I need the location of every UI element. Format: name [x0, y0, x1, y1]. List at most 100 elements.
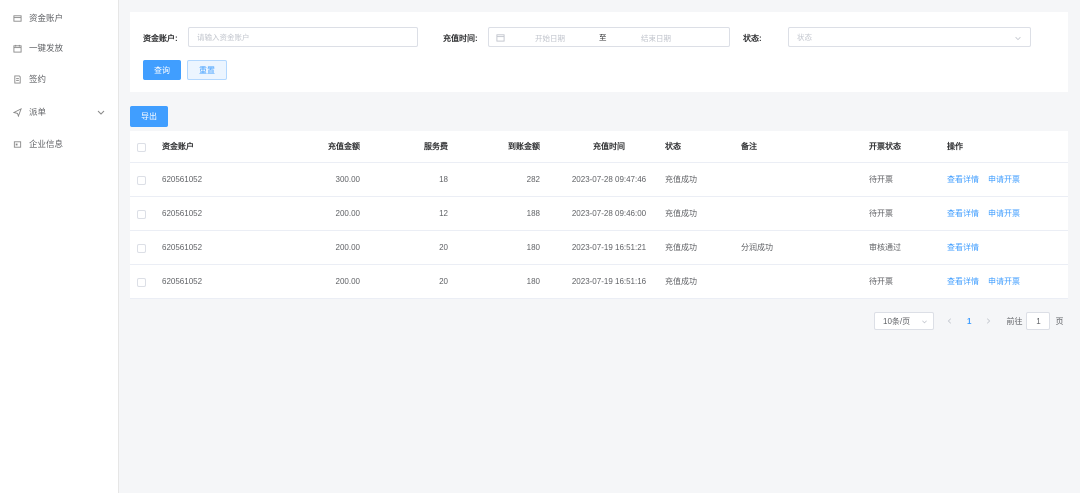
page-size-value: 10条/页 — [883, 316, 911, 326]
chevron-down-icon — [922, 320, 927, 324]
cell-amount: 300.00 — [335, 175, 360, 184]
cell-received: 282 — [526, 175, 540, 184]
col-header-status: 状态 — [665, 142, 681, 151]
apply-invoice-link[interactable]: 申请开票 — [988, 277, 1020, 286]
col-header-fee: 服务费 — [424, 142, 448, 151]
cell-time: 2023-07-28 09:47:46 — [571, 175, 647, 184]
cell-received: 180 — [526, 277, 540, 286]
reset-button[interactable]: 重置 — [187, 60, 227, 80]
row-checkbox[interactable] — [137, 210, 146, 219]
goto-page-input[interactable]: 1 — [1026, 312, 1051, 330]
cell-time: 2023-07-19 16:51:21 — [571, 243, 647, 252]
cell-fee: 12 — [439, 209, 448, 218]
sidebar: 资金账户 一键发放 签约 派单 企业信息 — [0, 0, 119, 493]
cell-status: 充值成功 — [665, 209, 697, 218]
col-header-invoice: 开票状态 — [869, 142, 901, 151]
status-select-placeholder: 状态 — [797, 32, 812, 42]
page-size-select[interactable]: 10条/页 — [874, 312, 934, 330]
sidebar-item-company-info[interactable]: 企业信息 — [0, 134, 118, 154]
page-unit-label: 页 — [1055, 316, 1064, 326]
fund-account-label: 资金账户: — [143, 34, 178, 43]
cell-status: 充值成功 — [665, 277, 697, 286]
view-details-link[interactable]: 查看详情 — [947, 277, 979, 286]
cell-account: 620561052 — [162, 209, 203, 218]
cell-invoice-status: 待开票 — [869, 277, 893, 286]
date-range-picker[interactable]: 开始日期 至 结束日期 — [488, 27, 730, 47]
wallet-icon — [11, 12, 23, 24]
cell-account: 620561052 — [162, 277, 203, 286]
col-header-remark: 备注 — [741, 142, 757, 151]
next-page-icon[interactable] — [984, 317, 992, 325]
sidebar-item-batch-send[interactable]: 一键发放 — [0, 38, 118, 58]
table-row: 620561052 300.00 18 282 2023-07-28 09:47… — [130, 163, 1068, 197]
cell-actions: 查看详情 申请开票 — [947, 163, 1029, 197]
cell-invoice-status: 待开票 — [869, 209, 893, 218]
col-header-amount: 充值金额 — [328, 142, 360, 151]
cell-account: 620561052 — [162, 243, 203, 252]
current-page-number[interactable]: 1 — [967, 317, 971, 326]
query-button[interactable]: 查询 — [143, 60, 181, 80]
export-button[interactable]: 导出 — [130, 106, 168, 127]
table-row: 620561052 200.00 20 180 2023-07-19 16:51… — [130, 265, 1068, 299]
prev-page-icon[interactable] — [946, 317, 954, 325]
cell-time: 2023-07-28 09:46:00 — [571, 209, 647, 218]
apply-invoice-link[interactable]: 申请开票 — [988, 209, 1020, 218]
view-details-link[interactable]: 查看详情 — [947, 175, 979, 184]
col-header-time: 充值时间 — [593, 142, 625, 151]
select-all-checkbox[interactable] — [137, 143, 146, 152]
filter-panel: 资金账户: 请输入资金账户 充值时间: 开始日期 至 结束日期 状态: 状态 查… — [130, 12, 1068, 92]
row-checkbox[interactable] — [137, 244, 146, 253]
chevron-down-icon — [97, 110, 105, 115]
cell-invoice-status: 审核通过 — [869, 243, 901, 252]
range-separator: 至 — [599, 33, 607, 42]
cell-actions: 查看详情 — [947, 231, 988, 265]
row-checkbox[interactable] — [137, 278, 146, 287]
cell-amount: 200.00 — [335, 277, 360, 286]
sidebar-item-label: 签约 — [29, 74, 47, 84]
apply-invoice-link[interactable]: 申请开票 — [988, 175, 1020, 184]
view-details-link[interactable]: 查看详情 — [947, 243, 979, 252]
cell-status: 充值成功 — [665, 175, 697, 184]
chevron-down-icon — [1015, 36, 1021, 41]
cell-actions: 查看详情 申请开票 — [947, 197, 1029, 231]
start-date-input[interactable]: 开始日期 — [535, 33, 565, 44]
table-row: 620561052 200.00 12 188 2023-07-28 09:46… — [130, 197, 1068, 231]
table-header: 资金账户 充值金额 服务费 到账金额 充值时间 状态 备注 开票状态 操作 — [130, 131, 1068, 163]
dispatch-icon — [11, 106, 23, 118]
status-select[interactable]: 状态 — [788, 27, 1031, 47]
cell-account: 620561052 — [162, 175, 203, 184]
goto-label: 前往 — [1006, 316, 1023, 326]
sidebar-item-label: 资金账户 — [29, 13, 64, 23]
row-checkbox[interactable] — [137, 176, 146, 185]
cell-fee: 20 — [439, 243, 448, 252]
status-label: 状态: — [743, 34, 762, 43]
cell-fee: 18 — [439, 175, 448, 184]
fund-account-input[interactable]: 请输入资金账户 — [188, 27, 418, 47]
col-header-received: 到账金额 — [508, 142, 540, 151]
cell-invoice-status: 待开票 — [869, 175, 893, 184]
send-batch-icon — [11, 42, 23, 54]
calendar-icon — [496, 34, 505, 42]
sidebar-item-contract[interactable]: 签约 — [0, 69, 118, 89]
cell-fee: 20 — [439, 277, 448, 286]
cell-actions: 查看详情 申请开票 — [947, 265, 1029, 299]
end-date-input[interactable]: 结束日期 — [641, 33, 671, 44]
cell-status: 充值成功 — [665, 243, 697, 252]
cell-amount: 200.00 — [335, 243, 360, 252]
company-icon — [11, 138, 23, 150]
view-details-link[interactable]: 查看详情 — [947, 209, 979, 218]
sidebar-item-label: 派单 — [29, 107, 47, 117]
cell-received: 188 — [526, 209, 540, 218]
col-header-account: 资金账户 — [162, 142, 194, 151]
table-row: 620561052 200.00 20 180 2023-07-19 16:51… — [130, 231, 1068, 265]
cell-time: 2023-07-19 16:51:16 — [571, 277, 647, 286]
cell-amount: 200.00 — [335, 209, 360, 218]
contract-icon — [11, 73, 23, 85]
col-header-actions: 操作 — [947, 142, 963, 151]
sidebar-item-fund-account[interactable]: 资金账户 — [0, 8, 118, 28]
cell-remark: 分润成功 — [741, 243, 773, 252]
sidebar-item-dispatch[interactable]: 派单 — [0, 102, 118, 122]
sidebar-item-label: 企业信息 — [29, 139, 64, 149]
sidebar-item-label: 一键发放 — [29, 43, 64, 53]
pagination: 10条/页 1 前往 1 页 — [874, 312, 1063, 330]
